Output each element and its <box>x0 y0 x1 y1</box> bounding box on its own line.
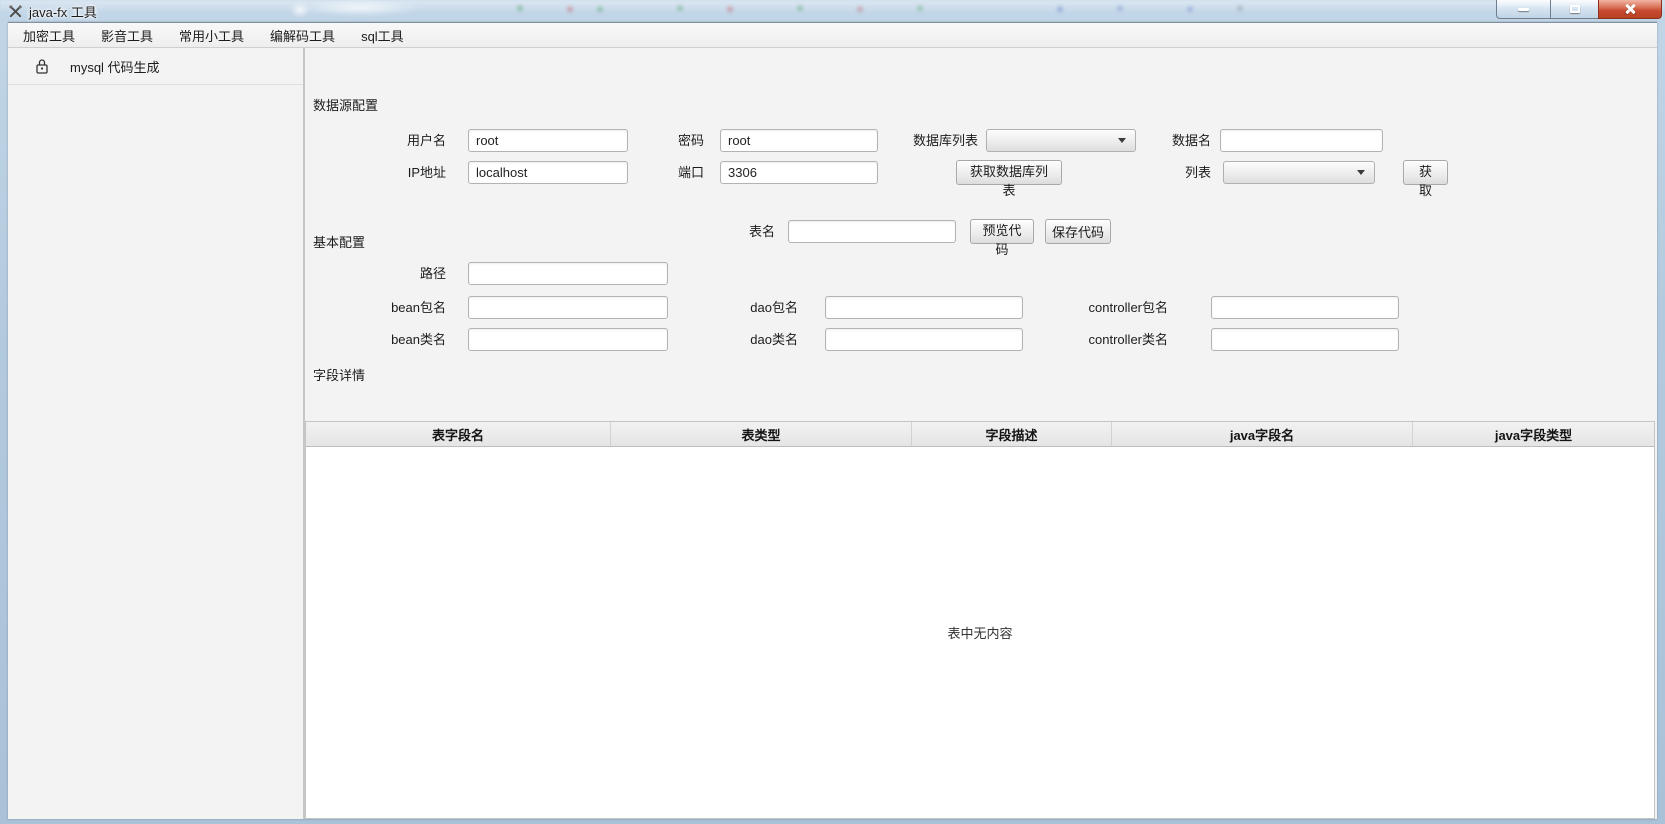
field-details-table: 表字段名 表类型 字段描述 java字段名 java字段类型 表中无内容 <box>305 421 1655 819</box>
preview-code-button[interactable]: 预览代码 <box>970 219 1034 244</box>
sidebar: mysql 代码生成 <box>8 48 305 819</box>
bean-package-label: bean包名 <box>350 296 446 319</box>
table-list-label: 列表 <box>1111 161 1211 184</box>
menu-item-codec-tools[interactable]: 编解码工具 <box>257 23 348 47</box>
table-header-row: 表字段名 表类型 字段描述 java字段名 java字段类型 <box>306 422 1654 447</box>
window-body: 加密工具 影音工具 常用小工具 编解码工具 sql工具 mysql 代码生成 <box>8 22 1657 819</box>
maximize-button[interactable] <box>1550 0 1598 19</box>
controller-class-input[interactable] <box>1211 328 1399 351</box>
controller-package-input[interactable] <box>1211 296 1399 319</box>
ip-label: IP地址 <box>350 161 446 184</box>
column-header-java-field-name[interactable]: java字段名 <box>1112 422 1413 446</box>
sidebar-item-mysql-codegen[interactable]: mysql 代码生成 <box>8 48 303 85</box>
column-header-java-field-type[interactable]: java字段类型 <box>1413 422 1654 446</box>
maximize-icon <box>1570 5 1580 13</box>
controller-package-label: controller包名 <box>1060 296 1168 319</box>
fetch-button[interactable]: 获取 <box>1403 160 1448 185</box>
password-label: 密码 <box>608 129 704 152</box>
close-icon <box>1624 4 1636 14</box>
window-controls <box>1496 0 1662 19</box>
table-body[interactable]: 表中无内容 <box>306 447 1654 818</box>
menu-item-media-tools[interactable]: 影音工具 <box>88 23 166 47</box>
dao-package-label: dao包名 <box>700 296 798 319</box>
menu-bar: 加密工具 影音工具 常用小工具 编解码工具 sql工具 <box>8 23 1657 48</box>
menu-item-common-tools[interactable]: 常用小工具 <box>166 23 257 47</box>
dao-class-label: dao类名 <box>700 328 798 351</box>
port-input[interactable] <box>720 161 878 184</box>
dao-package-input[interactable] <box>825 296 1023 319</box>
window-title: java-fx 工具 <box>29 2 97 21</box>
close-button[interactable] <box>1598 0 1662 19</box>
username-input[interactable] <box>468 129 628 152</box>
column-header-field-description[interactable]: 字段描述 <box>912 422 1112 446</box>
dao-class-input[interactable] <box>825 328 1023 351</box>
fetch-database-list-button[interactable]: 获取数据库列表 <box>956 160 1062 185</box>
menu-item-sql-tools[interactable]: sql工具 <box>348 23 417 47</box>
ip-input[interactable] <box>468 161 628 184</box>
bean-package-input[interactable] <box>468 296 668 319</box>
sidebar-item-label: mysql 代码生成 <box>70 57 160 76</box>
window-titlebar[interactable]: java-fx 工具 <box>0 0 1665 22</box>
database-list-label: 数据库列表 <box>870 129 978 152</box>
table-list-combobox[interactable] <box>1223 161 1375 184</box>
path-label: 路径 <box>350 262 446 285</box>
bean-class-label: bean类名 <box>350 328 446 351</box>
column-header-table-field-name[interactable]: 表字段名 <box>306 422 611 446</box>
section-title-datasource: 数据源配置 <box>313 95 378 114</box>
table-empty-placeholder: 表中无内容 <box>947 623 1012 642</box>
bean-class-input[interactable] <box>468 328 668 351</box>
content: mysql 代码生成 数据源配置 用户名 密码 数据库列表 数据名 IP地址 <box>8 48 1657 819</box>
section-title-basic: 基本配置 <box>313 232 365 251</box>
window: java-fx 工具 加密工具 影音工具 常用小工具 编解码工具 sql工具 <box>0 0 1665 824</box>
menu-item-encrypt-tools[interactable]: 加密工具 <box>10 23 88 47</box>
controller-class-label: controller类名 <box>1060 328 1168 351</box>
password-input[interactable] <box>720 129 878 152</box>
table-name-input[interactable] <box>788 220 956 243</box>
app-icon <box>8 4 23 19</box>
lock-icon <box>35 58 49 74</box>
port-label: 端口 <box>608 161 704 184</box>
save-code-button[interactable]: 保存代码 <box>1045 219 1111 244</box>
path-input[interactable] <box>468 262 668 285</box>
minimize-icon <box>1518 8 1529 11</box>
database-name-input[interactable] <box>1220 129 1383 152</box>
username-label: 用户名 <box>350 129 446 152</box>
database-name-label: 数据名 <box>1105 129 1211 152</box>
column-header-table-type[interactable]: 表类型 <box>611 422 912 446</box>
section-title-field-details: 字段详情 <box>313 365 365 384</box>
chevron-down-icon <box>1357 170 1365 175</box>
main-panel: 数据源配置 用户名 密码 数据库列表 数据名 IP地址 端口 获取数据库列表 列… <box>305 48 1657 819</box>
minimize-button[interactable] <box>1496 0 1550 19</box>
table-name-label: 表名 <box>705 220 775 243</box>
